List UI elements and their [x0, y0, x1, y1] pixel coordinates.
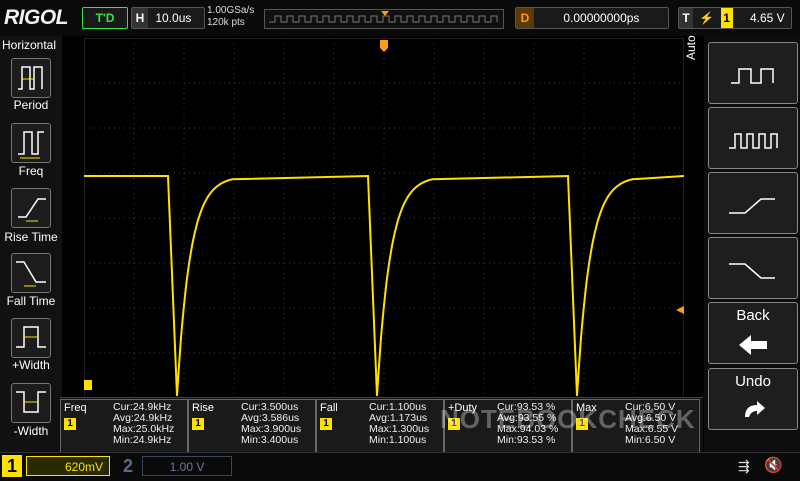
rising-ramp-icon [729, 198, 775, 214]
undo-button[interactable]: Undo [708, 368, 798, 430]
usb-icon: ⇶ [738, 458, 750, 474]
trigger-source: 1 [720, 8, 733, 28]
brand-logo: RIGOL [4, 6, 69, 29]
measurement-cell[interactable]: Freq 1 Cur:24.9kHz Avg:24.9kHz Max:25.0kHz Mi… [60, 399, 188, 453]
measurement-minimum: Min:93.53 % [497, 434, 556, 446]
delay-value: 0.00000000ps [563, 11, 640, 25]
horizontal-scale-box[interactable]: H 10.0us [131, 7, 205, 29]
trigger-position-marker-icon [381, 11, 389, 16]
sample-info: 1.00GSa/s 120k pts [207, 5, 261, 31]
ch1-ground-marker-icon [84, 380, 92, 390]
horizontal-label: H [132, 8, 148, 28]
falling-edge-softkey[interactable] [708, 237, 798, 299]
freq-label: Freq [18, 164, 44, 178]
horizontal-scale-value: 10.0us [155, 11, 192, 25]
speaker-mute-icon[interactable]: 🔇 [764, 456, 783, 474]
period-button[interactable] [11, 58, 51, 98]
ch2-indicator[interactable]: 2 [118, 455, 138, 477]
fall-time-label: Fall Time [6, 294, 56, 308]
measurement-name: Freq [64, 402, 87, 414]
measurement-minimum: Min:24.9kHz [113, 434, 172, 446]
trigger-status-badge: T'D [82, 7, 128, 29]
negative-width-label: -Width [13, 424, 49, 438]
timeline-waveform-preview [269, 11, 498, 23]
memory-timeline-bar[interactable] [264, 9, 504, 29]
square-wave-softkey[interactable] [708, 42, 798, 104]
watermark: NOTEBOOKCHECK [440, 404, 696, 434]
measurement-minimum: Min:3.400us [241, 434, 299, 446]
back-label: Back [736, 307, 770, 324]
trigger-label: T [679, 8, 693, 28]
rise-time-icon [18, 198, 46, 222]
trigger-time-marker-icon [380, 40, 388, 52]
freq-button[interactable] [11, 123, 51, 163]
back-button[interactable]: Back [708, 302, 798, 364]
delay-label: D [516, 8, 534, 28]
period-label: Period [13, 98, 49, 112]
menu-title: Horizontal [2, 38, 57, 52]
rising-edge-icon: ⚡ [699, 11, 715, 25]
source-ch1-badge: 1 [320, 418, 332, 430]
trigger-level: 4.65 V [749, 11, 785, 25]
waveform-display[interactable] [84, 38, 684, 398]
fall-time-button[interactable] [11, 253, 51, 293]
ch1-scale[interactable]: 620mV [26, 456, 110, 476]
pulse-train-softkey[interactable] [708, 107, 798, 169]
back-arrow-icon [739, 335, 767, 355]
measurement-minimum: Min:6.50 V [625, 434, 676, 446]
positive-width-icon [16, 326, 46, 348]
positive-width-button[interactable] [11, 318, 51, 358]
pulse-train-icon [729, 133, 778, 149]
rise-time-label: Rise Time [4, 230, 58, 244]
square-wave-icon [731, 68, 774, 84]
measurement-minimum: Min:1.100us [369, 434, 427, 446]
trigger-level-marker-icon [676, 306, 684, 314]
positive-width-label: +Width [12, 358, 50, 372]
freq-icon [18, 131, 44, 159]
ch2-scale[interactable]: 1.00 V [142, 456, 232, 476]
memory-depth: 120k pts [207, 17, 245, 28]
period-icon [18, 66, 43, 90]
sample-rate: 1.00GSa/s [207, 5, 255, 16]
measurement-cell[interactable]: Fall 1 Cur:1.100us Avg:1.173us Max:1.300us Mi… [316, 399, 444, 453]
undo-arrow-icon [745, 401, 765, 417]
auto-mode-label: Auto [684, 35, 698, 60]
rise-time-button[interactable] [11, 188, 51, 228]
rising-edge-softkey[interactable] [708, 172, 798, 234]
falling-ramp-icon [729, 263, 775, 279]
delay-box[interactable]: D 0.00000000ps [515, 7, 669, 29]
measurement-name: Fall [320, 402, 338, 414]
ch1-indicator[interactable]: 1 [2, 455, 22, 477]
trigger-box[interactable]: T ⚡ 1 4.65 V [678, 7, 792, 29]
fall-time-icon [16, 261, 46, 287]
source-ch1-badge: 1 [64, 418, 76, 430]
negative-width-button[interactable] [11, 383, 51, 423]
undo-label: Undo [735, 373, 771, 390]
measurement-cell[interactable]: Rise 1 Cur:3.500us Avg:3.586us Max:3.900us Mi… [188, 399, 316, 453]
negative-width-icon [16, 391, 46, 413]
measurement-name: Rise [192, 402, 215, 414]
source-ch1-badge: 1 [192, 418, 204, 430]
